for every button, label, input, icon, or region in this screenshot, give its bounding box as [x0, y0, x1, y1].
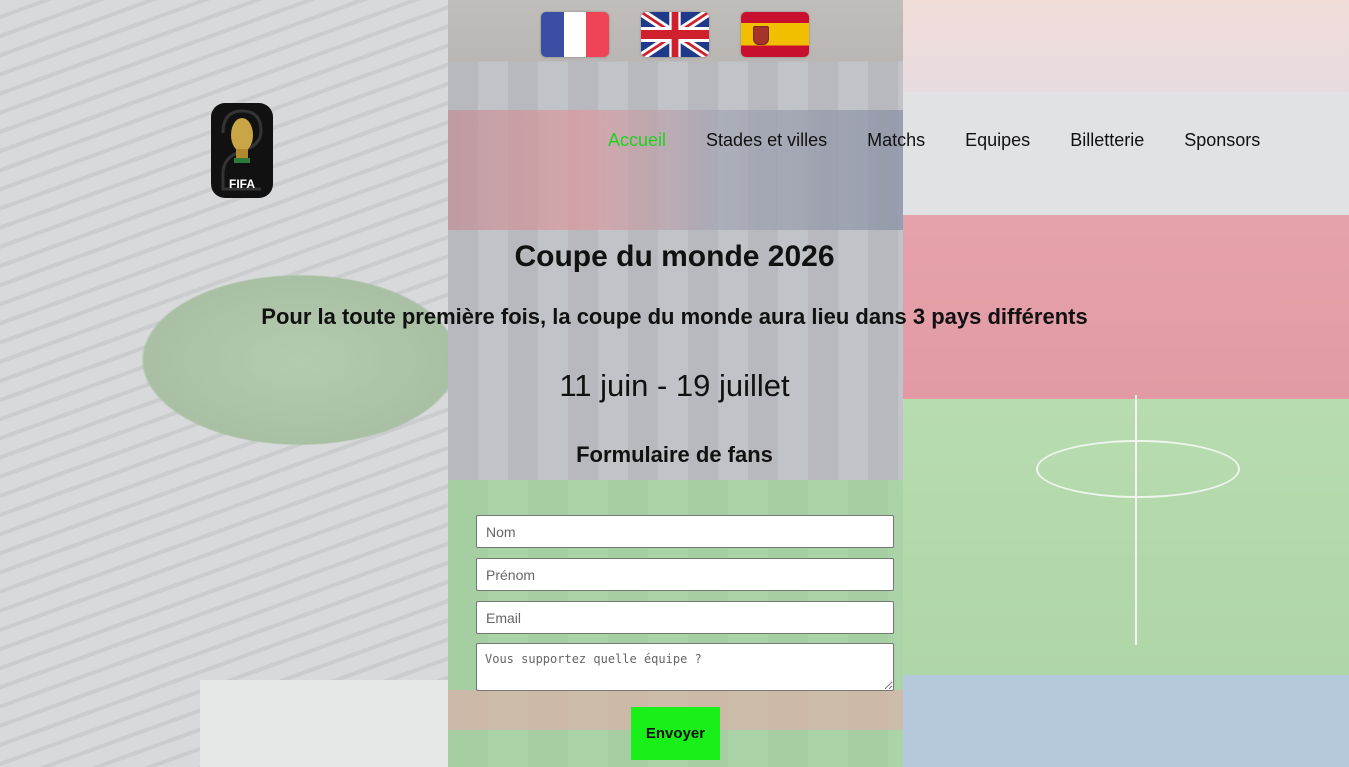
email-field[interactable]	[476, 601, 894, 634]
form-title: Formulaire de fans	[576, 442, 773, 467]
nav-item-billetterie[interactable]: Billetterie	[1070, 130, 1144, 151]
team-textarea[interactable]	[476, 643, 894, 691]
fifa-2026-logo[interactable]: FIFA	[211, 103, 273, 198]
page-title: Coupe du monde 2026	[514, 240, 835, 273]
tournament-dates: 11 juin - 19 juillet	[559, 368, 790, 403]
nav-item-accueil[interactable]: Accueil	[608, 130, 666, 151]
nom-field[interactable]	[476, 515, 894, 548]
main-nav: Accueil Stades et villes Matchs Equipes …	[608, 130, 1260, 151]
spain-flag-icon[interactable]	[741, 12, 809, 57]
logo-text: FIFA	[229, 177, 255, 191]
page: FIFA Accueil Stades et villes Matchs Equ…	[0, 0, 1349, 767]
nav-item-matchs[interactable]: Matchs	[867, 130, 925, 151]
france-flag-icon[interactable]	[541, 12, 609, 57]
spain-crest-icon	[753, 26, 769, 45]
nav-item-equipes[interactable]: Equipes	[965, 130, 1030, 151]
page-subtitle: Pour la toute première fois, la coupe du…	[261, 304, 1088, 329]
nav-item-sponsors[interactable]: Sponsors	[1184, 130, 1260, 151]
uk-flag-icon[interactable]	[641, 12, 709, 57]
language-selector	[541, 12, 809, 57]
nav-item-stades-et-villes[interactable]: Stades et villes	[706, 130, 827, 151]
prenom-field[interactable]	[476, 558, 894, 591]
submit-button[interactable]: Envoyer	[631, 707, 720, 760]
